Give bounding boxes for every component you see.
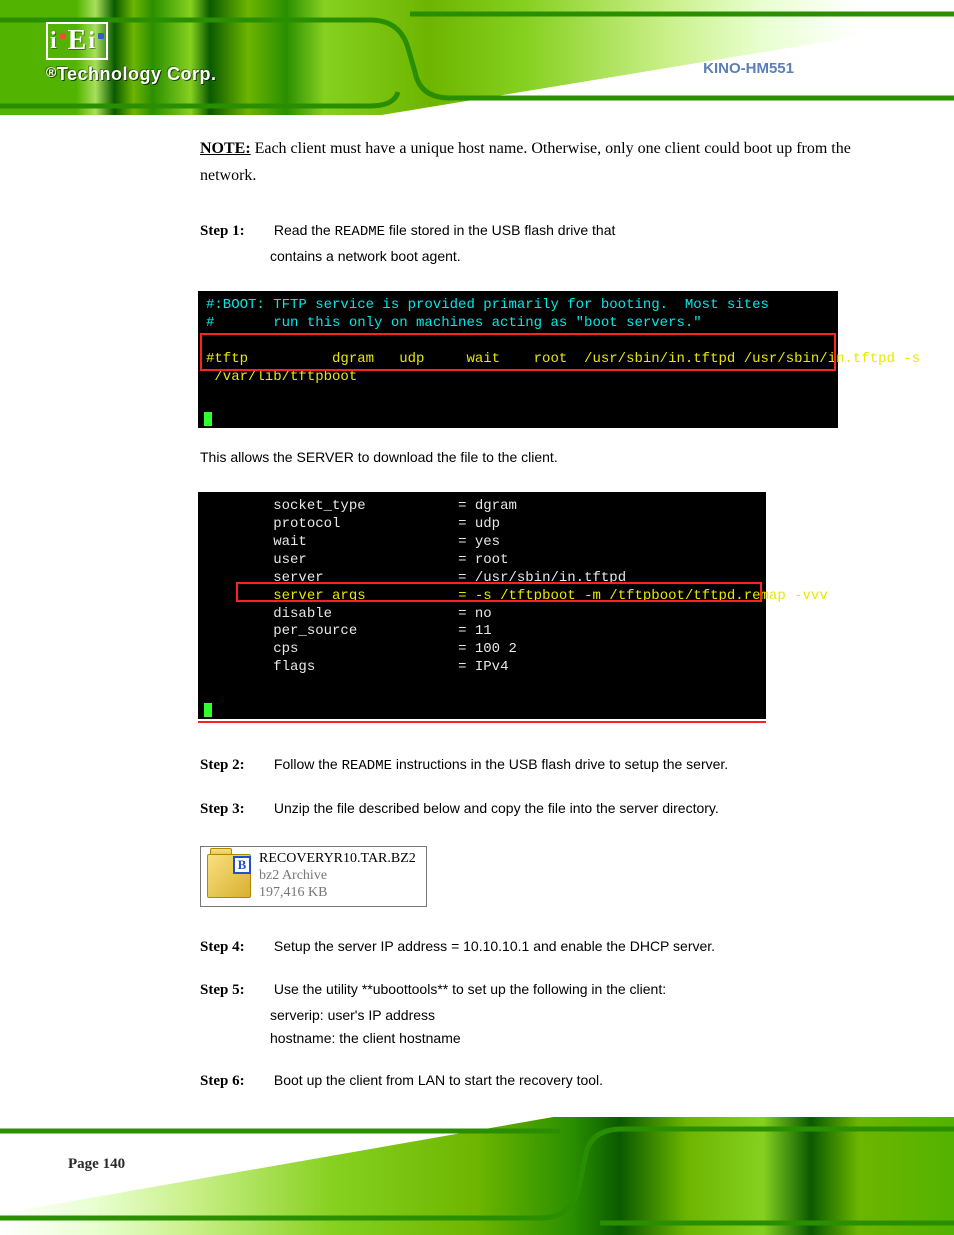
step-number: Step 4: bbox=[200, 935, 270, 961]
footer-decorative-band bbox=[0, 1117, 954, 1235]
step-text: Follow the README instructions in the US… bbox=[274, 756, 728, 772]
step-text-cont: hostname: the client hostname bbox=[270, 1027, 910, 1051]
file-size: 197,416 KB bbox=[259, 885, 416, 902]
term-line: #:BOOT: TFTP service is provided primari… bbox=[206, 297, 769, 313]
step-4: Step 4: Setup the server IP address = 10… bbox=[200, 935, 910, 961]
step-text: Use the utility **uboottools** to set up… bbox=[274, 981, 666, 997]
step-text-cont: serverip: user's IP address bbox=[270, 1004, 910, 1028]
step-number: Step 3: bbox=[200, 797, 270, 823]
term-line: /var/lib/tftpboot bbox=[206, 369, 357, 385]
step-6: Step 6: Boot up the client from LAN to s… bbox=[200, 1069, 910, 1095]
step-text: Setup the server IP address = 10.10.10.1… bbox=[274, 938, 715, 954]
step-number: Step 6: bbox=[200, 1069, 270, 1095]
company-logo: i E i ®Technology Corp. bbox=[46, 22, 217, 85]
page-number: Page 140 bbox=[54, 1150, 139, 1179]
step-5: Step 5: Use the utility **uboottools** t… bbox=[200, 978, 910, 1051]
step-text: Read the README file stored in the USB f… bbox=[274, 222, 615, 238]
file-type: bz2 Archive bbox=[259, 868, 416, 885]
file-name: RECOVERYR10.TAR.BZ2 bbox=[259, 851, 416, 868]
terminal-screenshot-1: #:BOOT: TFTP service is provided primari… bbox=[198, 291, 838, 428]
terminal-screenshot-2: socket_type = dgram protocol = udp wait … bbox=[198, 492, 766, 719]
note-text: Each client must have a unique host name… bbox=[200, 140, 851, 184]
term-line: #tftp dgram udp wait root /usr/sbin/in.t… bbox=[206, 351, 920, 367]
document-title: KINO-HM551 bbox=[703, 60, 794, 77]
step-3: Step 3: Unzip the file described below a… bbox=[200, 797, 910, 823]
step-1: Step 1: Read the README file stored in t… bbox=[200, 219, 910, 269]
step-number: Step 2: bbox=[200, 753, 270, 779]
terminal-cursor-icon bbox=[204, 412, 212, 426]
archive-file-icon: B bbox=[207, 854, 251, 898]
content-area: NOTE: Each client must have a unique hos… bbox=[200, 135, 910, 1095]
term-line: # run this only on machines acting as "b… bbox=[206, 315, 702, 331]
note-label: NOTE: bbox=[200, 140, 251, 157]
step-text: Boot up the client from LAN to start the… bbox=[274, 1072, 603, 1088]
terminal-cursor-icon bbox=[204, 703, 212, 717]
step-text-cont: contains a network boot agent. bbox=[270, 245, 910, 269]
red-underline bbox=[198, 721, 766, 723]
step-text: Unzip the file described below and copy … bbox=[274, 800, 719, 816]
step-number: Step 5: bbox=[200, 978, 270, 1004]
step-number: Step 1: bbox=[200, 219, 270, 245]
file-item: B RECOVERYR10.TAR.BZ2 bz2 Archive 197,41… bbox=[200, 846, 427, 906]
note-paragraph: NOTE: Each client must have a unique hos… bbox=[200, 135, 910, 189]
step-2: Step 2: Follow the README instructions i… bbox=[200, 753, 910, 779]
mid-paragraph: This allows the SERVER to download the f… bbox=[200, 446, 910, 470]
